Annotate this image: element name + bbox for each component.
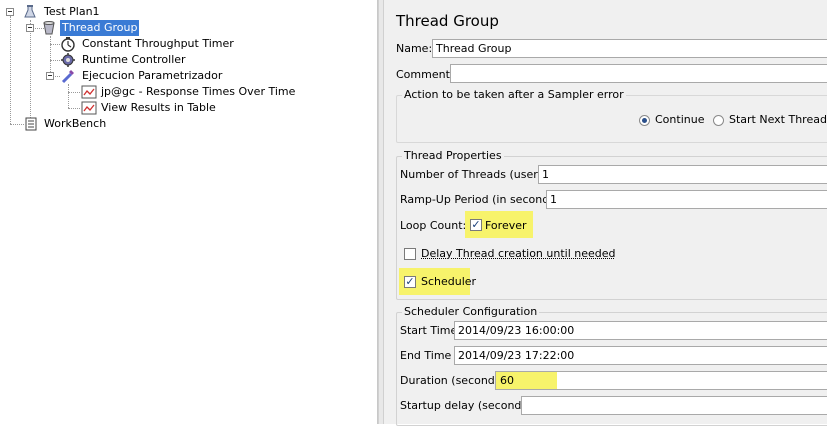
tree-item-label: jp@gc - Response Times Over Time xyxy=(101,85,296,98)
test-plan-icon xyxy=(22,4,38,20)
graph-listener-icon xyxy=(81,100,97,116)
thread-group-panel: Thread Group Name: Thread Group Comments… xyxy=(383,0,827,426)
threads-field[interactable]: 1 xyxy=(538,165,827,184)
tree-item-label: WorkBench xyxy=(44,117,107,130)
startup-delay-field[interactable] xyxy=(521,396,827,415)
delay-thread-checkbox[interactable] xyxy=(404,248,416,260)
duration-label: Duration (seconds) xyxy=(400,374,505,387)
start-next-loop-radio[interactable] xyxy=(713,115,724,126)
tree-item-label: Test Plan1 xyxy=(44,5,100,18)
tree-item-runtime-controller[interactable]: Runtime Controller xyxy=(0,52,260,68)
continue-radio[interactable] xyxy=(639,115,650,126)
workbench-icon xyxy=(23,116,39,132)
rampup-field[interactable]: 1 xyxy=(546,190,827,209)
thread-properties-title: Thread Properties xyxy=(402,149,504,162)
name-label: Name: xyxy=(396,42,433,55)
tree-item-label: Runtime Controller xyxy=(82,53,186,66)
test-plan-tree[interactable]: Test Plan1 Thread Group Constant Through… xyxy=(0,0,378,424)
tree-item-test-plan[interactable]: Test Plan1 xyxy=(0,4,200,20)
graph-listener-icon xyxy=(81,84,97,100)
tree-item-view-results[interactable]: View Results in Table xyxy=(0,100,300,116)
sampler-error-title: Action to be taken after a Sampler error xyxy=(402,88,626,101)
tree-item-timer[interactable]: Constant Throughput Timer xyxy=(0,36,260,52)
start-time-label: Start Time xyxy=(400,324,458,337)
scheduler-checkbox[interactable]: ✓ xyxy=(404,276,416,288)
timer-icon xyxy=(60,36,76,52)
tree-item-thread-group[interactable]: Thread Group xyxy=(0,20,200,36)
scheduler-label: Scheduler xyxy=(421,275,477,288)
tree-item-label: Thread Group xyxy=(60,20,140,36)
scheduler-config-title: Scheduler Configuration xyxy=(402,305,540,318)
name-field[interactable]: Thread Group xyxy=(432,39,827,58)
pipette-icon xyxy=(60,68,76,84)
loop-count-label: Loop Count: xyxy=(400,219,467,232)
tree-item-parametrizador[interactable]: Ejecucion Parametrizador xyxy=(0,68,260,84)
forever-checkbox[interactable]: ✓ xyxy=(470,219,482,231)
forever-label: Forever xyxy=(485,219,527,232)
threads-label: Number of Threads (users): xyxy=(400,168,552,181)
startup-delay-label: Startup delay (seconds) xyxy=(400,399,532,412)
thread-group-icon xyxy=(41,20,57,36)
end-time-label: End Time xyxy=(400,349,452,362)
start-time-field[interactable]: 2014/09/23 16:00:00 xyxy=(454,321,827,340)
controller-icon xyxy=(60,52,76,68)
page-title: Thread Group xyxy=(396,12,499,30)
duration-value: 60 xyxy=(500,374,514,387)
comments-field[interactable] xyxy=(450,64,827,83)
continue-label: Continue xyxy=(655,113,705,126)
tree-item-label: Constant Throughput Timer xyxy=(82,37,234,50)
delay-thread-label: Delay Thread creation until needed xyxy=(421,247,616,260)
tree-item-label: View Results in Table xyxy=(101,101,216,114)
rampup-label: Ramp-Up Period (in seconds): xyxy=(400,193,563,206)
start-next-loop-label: Start Next Thread Lo xyxy=(729,113,827,126)
end-time-field[interactable]: 2014/09/23 17:22:00 xyxy=(454,346,827,365)
tree-item-workbench[interactable]: WorkBench xyxy=(0,116,200,132)
tree-item-label: Ejecucion Parametrizador xyxy=(82,69,223,82)
tree-item-response-times[interactable]: jp@gc - Response Times Over Time xyxy=(0,84,300,100)
